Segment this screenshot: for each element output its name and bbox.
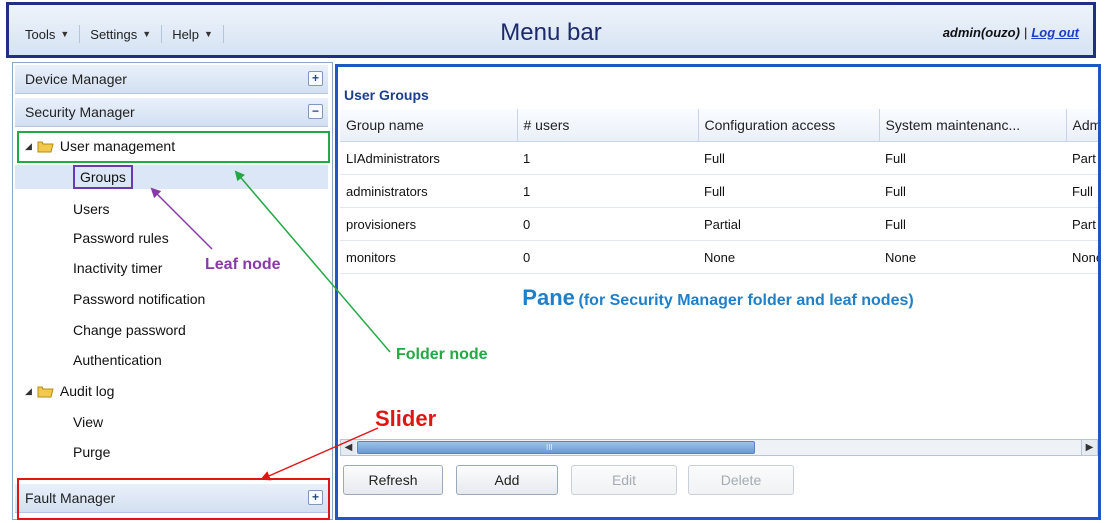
- menu-settings[interactable]: Settings ▼: [80, 25, 163, 43]
- table-cell: Partial: [698, 207, 879, 241]
- table-row[interactable]: provisioners 0 Partial Full Part: [340, 207, 1098, 241]
- tree-leaf-users-label: Users: [73, 201, 110, 217]
- table-cell: 0: [517, 240, 698, 274]
- tree-leaf-change-password-label: Change password: [73, 322, 186, 338]
- menu-bar: Tools ▼ Settings ▼ Help ▼ Menu bar admin…: [6, 2, 1096, 58]
- table-cell: Full: [879, 207, 1066, 241]
- arrow-right-icon[interactable]: ▶: [1081, 440, 1097, 455]
- caret-down-icon: ▼: [203, 29, 213, 39]
- caret-down-icon: ▼: [60, 29, 70, 39]
- column-header-system-maintenance[interactable]: System maintenanc...: [879, 109, 1067, 142]
- tree-leaf-view-label: View: [73, 414, 104, 430]
- folder-node-highlight: [17, 131, 330, 163]
- slider-annotation: Slider: [375, 406, 437, 431]
- column-header-configuration-access[interactable]: Configuration access: [698, 109, 880, 142]
- arrow-left-icon[interactable]: ◀: [341, 440, 356, 455]
- minus-icon[interactable]: −: [308, 104, 323, 119]
- column-header-admin[interactable]: Adm: [1066, 109, 1098, 142]
- table-cell: Part: [1066, 141, 1098, 175]
- table-cell: Full: [879, 141, 1066, 175]
- tree-leaf-purge-label: Purge: [73, 444, 111, 460]
- slider-highlight: [17, 478, 330, 520]
- tree-leaf-inactivity-timer[interactable]: Inactivity timer: [15, 256, 328, 280]
- menu-tools-label: Tools: [25, 26, 56, 42]
- triangle-expanded-icon[interactable]: ◢: [25, 386, 32, 397]
- tree-leaf-users[interactable]: Users: [15, 197, 328, 221]
- caret-down-icon: ▼: [142, 29, 152, 39]
- column-header-group-name[interactable]: Group name: [340, 109, 518, 142]
- table-row[interactable]: monitors 0 None None None: [340, 240, 1098, 274]
- accordion-security-manager-label: Security Manager: [25, 104, 135, 120]
- menu-help-label: Help: [172, 26, 199, 42]
- tree-leaf-password-rules[interactable]: Password rules: [15, 226, 328, 250]
- tree-leaf-purge[interactable]: Purge: [15, 440, 328, 464]
- table-cell: LIAdministrators: [340, 141, 517, 175]
- tree-leaf-groups[interactable]: Groups: [15, 165, 328, 189]
- refresh-button[interactable]: Refresh: [343, 465, 443, 495]
- accordion-device-manager-label: Device Manager: [25, 71, 127, 87]
- table-cell: 1: [517, 174, 698, 208]
- table-cell: Full: [698, 141, 879, 175]
- tree-folder-audit-log-label: Audit log: [59, 383, 115, 399]
- scrollbar-thumb[interactable]: III: [357, 441, 755, 454]
- table-cell: 1: [517, 141, 698, 175]
- session-separator: |: [1023, 25, 1028, 40]
- table-cell: None: [1066, 240, 1098, 274]
- folder-icon: [37, 386, 54, 398]
- tree-leaf-change-password[interactable]: Change password: [15, 318, 328, 342]
- content-pane: User Groups Group name # users Configura…: [335, 64, 1101, 520]
- tree-leaf-view[interactable]: View: [15, 410, 328, 434]
- table-cell: Full: [879, 174, 1066, 208]
- accordion-security-manager[interactable]: Security Manager −: [15, 98, 328, 127]
- column-header-users[interactable]: # users: [517, 109, 699, 142]
- table-cell: 0: [517, 207, 698, 241]
- table-cell: None: [879, 240, 1066, 274]
- table-cell: administrators: [340, 174, 517, 208]
- table-cell: Full: [1066, 174, 1098, 208]
- menu-help[interactable]: Help ▼: [162, 25, 224, 43]
- pane-title: User Groups: [344, 87, 429, 103]
- table-row[interactable]: LIAdministrators 1 Full Full Part: [340, 141, 1098, 175]
- add-button[interactable]: Add: [456, 465, 558, 495]
- menu-list: Tools ▼ Settings ▼ Help ▼: [25, 25, 224, 43]
- accordion-device-manager[interactable]: Device Manager +: [15, 65, 328, 94]
- folder-node-annotation: Folder node: [396, 346, 488, 363]
- tree-leaf-groups-label: Groups: [73, 165, 133, 189]
- tree-leaf-password-rules-label: Password rules: [73, 230, 169, 246]
- pane-caption-sub: (for Security Manager folder and leaf no…: [578, 292, 914, 309]
- table-row[interactable]: administrators 1 Full Full Full: [340, 174, 1098, 208]
- tree-folder-audit-log[interactable]: ◢ Audit log: [15, 379, 328, 403]
- scrollbar-grip: III: [546, 443, 553, 452]
- session-info: admin(ouzo) | Log out: [943, 25, 1079, 40]
- horizontal-scrollbar[interactable]: ◀ III ▶: [340, 439, 1098, 456]
- table-cell: Full: [698, 174, 879, 208]
- tree-leaf-authentication-label: Authentication: [73, 352, 162, 368]
- pane-caption-main: Pane: [522, 285, 575, 310]
- menu-tools[interactable]: Tools ▼: [25, 25, 81, 43]
- tree-leaf-password-notification[interactable]: Password notification: [15, 287, 328, 311]
- pane-caption: Pane (for Security Manager folder and le…: [338, 285, 1098, 311]
- tree-leaf-authentication[interactable]: Authentication: [15, 348, 328, 372]
- tree-leaf-password-notification-label: Password notification: [73, 291, 206, 307]
- tree-leaf-inactivity-timer-label: Inactivity timer: [73, 260, 163, 276]
- table-cell: provisioners: [340, 207, 517, 241]
- leaf-node-annotation: Leaf node: [205, 256, 281, 273]
- table-cell: monitors: [340, 240, 517, 274]
- delete-button[interactable]: Delete: [688, 465, 794, 495]
- current-user: admin(ouzo): [942, 25, 1020, 40]
- plus-icon[interactable]: +: [308, 71, 323, 86]
- menu-settings-label: Settings: [90, 26, 138, 42]
- user-groups-table: Group name # users Configuration access …: [340, 109, 1098, 274]
- logout-link[interactable]: Log out: [1031, 25, 1079, 40]
- table-cell: Part: [1066, 207, 1098, 241]
- edit-button[interactable]: Edit: [571, 465, 677, 495]
- table-header-row: Group name # users Configuration access …: [340, 109, 1098, 142]
- table-cell: None: [698, 240, 879, 274]
